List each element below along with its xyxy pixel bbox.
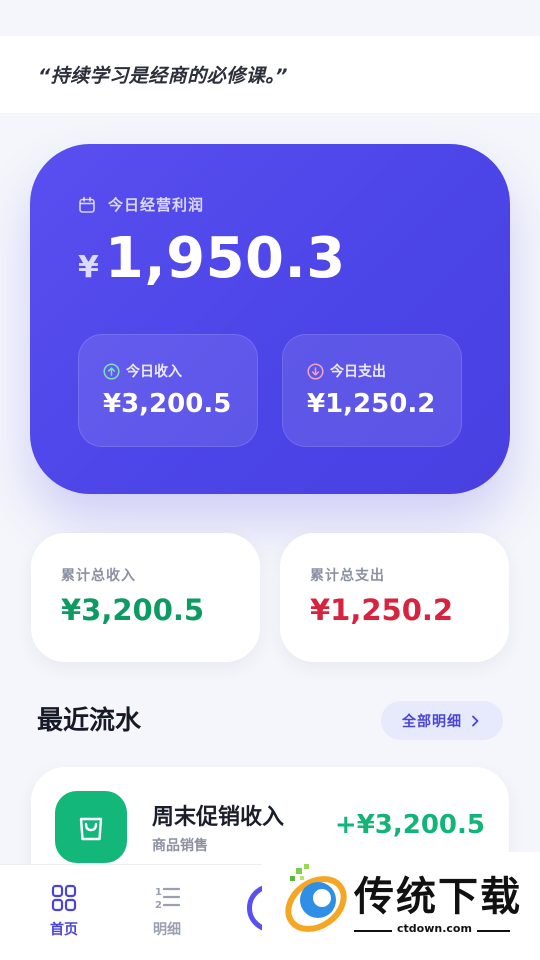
profit-amount-row: ¥ 1,950.3 xyxy=(78,226,346,291)
quote-banner: “持续学习是经商的必修课。” xyxy=(0,36,540,113)
watermark-url: ctdown.com xyxy=(392,922,477,935)
recent-transactions-title: 最近流水 xyxy=(37,706,142,736)
today-profit-card: 今日经营利润 ¥ 1,950.3 今日收入 ¥3,200.5 今日支出 ¥1,2… xyxy=(30,144,510,494)
tab-home[interactable]: 首页 xyxy=(24,883,104,939)
profit-amount: 1,950.3 xyxy=(104,226,346,291)
total-expense-value: ¥1,250.2 xyxy=(310,593,454,627)
today-income-label-row: 今日收入 xyxy=(103,361,182,381)
profit-label: 今日经营利润 xyxy=(108,196,205,214)
currency-symbol: ¥ xyxy=(78,250,99,285)
arrow-up-circle-icon xyxy=(103,362,120,380)
calendar-icon xyxy=(79,196,95,213)
svg-text:2: 2 xyxy=(155,900,162,911)
total-income-value: ¥3,200.5 xyxy=(61,593,205,627)
chevron-right-icon xyxy=(472,715,479,726)
today-expense-value: ¥1,250.2 xyxy=(307,389,436,419)
tab-detail[interactable]: 1 2 明细 xyxy=(127,883,207,939)
today-expense-label: 今日支出 xyxy=(330,364,386,380)
list-icon: 1 2 xyxy=(155,887,181,911)
today-income-label: 今日收入 xyxy=(126,364,182,380)
total-expense-card: 累计总支出 ¥1,250.2 xyxy=(280,533,509,662)
status-bar-area xyxy=(0,0,540,36)
tab-home-label: 首页 xyxy=(50,922,78,938)
today-income-box: 今日收入 ¥3,200.5 xyxy=(78,334,258,447)
view-all-label: 全部明细 xyxy=(402,713,462,730)
transaction-amount: +¥3,200.5 xyxy=(334,810,485,840)
total-income-label: 累计总收入 xyxy=(61,568,136,584)
watermark-title: 传统下载 xyxy=(354,874,522,920)
today-income-value: ¥3,200.5 xyxy=(103,389,232,419)
ctdown-logo-icon xyxy=(285,864,347,932)
arrow-down-circle-icon xyxy=(307,362,324,380)
view-all-button[interactable]: 全部明细 xyxy=(381,701,503,740)
transaction-icon-badge xyxy=(55,791,127,863)
today-expense-box: 今日支出 ¥1,250.2 xyxy=(282,334,462,447)
tab-detail-label: 明细 xyxy=(153,922,181,938)
svg-text:1: 1 xyxy=(155,887,162,898)
watermark-overlay: 传统下载 ctdown.com xyxy=(262,852,540,960)
profit-label-row: 今日经营利润 xyxy=(78,194,204,215)
today-expense-label-row: 今日支出 xyxy=(307,361,386,381)
total-income-card: 累计总收入 ¥3,200.5 xyxy=(31,533,260,662)
grid-icon xyxy=(51,884,77,912)
total-expense-label: 累计总支出 xyxy=(310,568,385,584)
transaction-title: 周末促销收入 xyxy=(152,805,285,830)
shopping-bag-icon xyxy=(79,817,103,841)
transaction-category: 商品销售 xyxy=(152,838,208,854)
quote-text: “持续学习是经商的必修课。” xyxy=(38,65,288,87)
